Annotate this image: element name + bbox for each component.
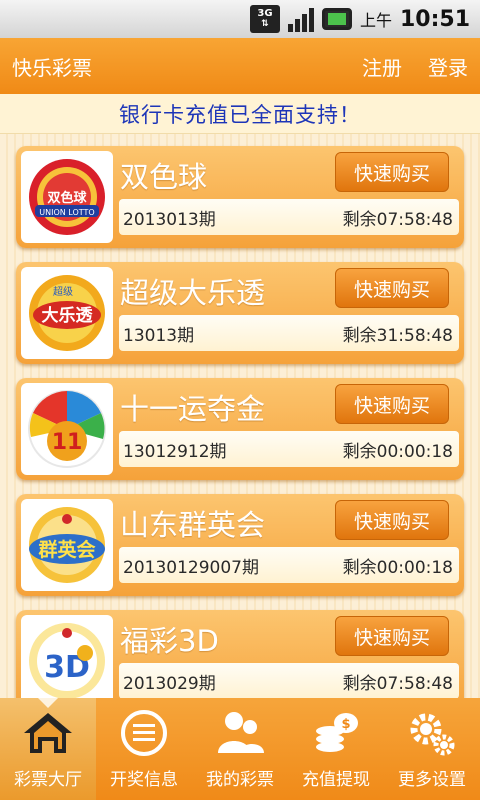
daletou-logo-icon: 大乐透 超级 — [29, 275, 105, 351]
fucai3d-logo-icon: 3D — [29, 623, 105, 698]
lottery-remaining: 剩余07:58:48 — [342, 209, 453, 230]
lottery-name: 双色球 — [120, 160, 208, 194]
svg-text:$: $ — [341, 717, 350, 732]
lottery-info: 20130129007期 剩余00:00:18 — [119, 547, 459, 583]
nav-label: 我的彩票 — [206, 770, 274, 790]
lottery-period: 2013029期 — [123, 673, 216, 694]
lottery-remaining: 剩余31:58:48 — [342, 325, 453, 346]
lottery-period: 2013013期 — [123, 209, 216, 230]
nav-label: 充值提现 — [302, 770, 370, 790]
nav-label: 开奖信息 — [110, 770, 178, 790]
quick-buy-button[interactable]: 快速购买 — [335, 500, 449, 540]
lottery-remaining: 剩余07:58:48 — [342, 673, 453, 694]
lottery-info: 2013029期 剩余07:58:48 — [119, 663, 459, 698]
lottery-list[interactable]: 双色球 UNION LOTTO 双色球 快速购买 2013013期 剩余07:5… — [0, 134, 480, 698]
11yunduojin-logo: 11 — [21, 383, 113, 475]
svg-text:大乐透: 大乐透 — [42, 305, 94, 326]
app-header: 快乐彩票 注册 登录 — [0, 38, 480, 94]
lottery-remaining: 剩余00:00:18 — [342, 557, 453, 578]
battery-icon — [321, 8, 352, 30]
network-3g-icon: 3G ⇅ — [249, 5, 280, 33]
lottery-info: 2013013期 剩余07:58:48 — [119, 199, 459, 235]
lottery-card-fucai3d[interactable]: 3D 福彩3D 快速购买 2013029期 剩余07:58:48 — [16, 610, 464, 698]
lottery-period: 13012912期 — [123, 441, 227, 462]
network-label: 3G — [257, 8, 273, 19]
lottery-period: 20130129007期 — [123, 557, 259, 578]
gear-icon — [410, 713, 455, 756]
svg-text:11: 11 — [52, 430, 83, 455]
list-icon — [121, 710, 167, 756]
users-icon — [218, 712, 264, 753]
lottery-name: 福彩3D — [120, 624, 219, 658]
active-pointer — [38, 698, 58, 708]
signal-icon — [287, 6, 314, 32]
daletou-logo: 大乐透 超级 — [21, 267, 113, 359]
bottom-nav: 彩票大厅 开奖信息 我的彩票 $ 充值提现 更多设置 — [0, 698, 480, 800]
shuangseqiu-logo-icon: 双色球 UNION LOTTO — [29, 159, 105, 235]
home-icon — [24, 713, 72, 753]
status-time: 10:51 — [399, 6, 470, 32]
nav-label: 彩票大厅 — [14, 770, 82, 790]
nav-item-my-lottery[interactable]: 我的彩票 — [192, 698, 288, 800]
lottery-name: 山东群英会 — [120, 508, 266, 542]
lottery-card-daletou[interactable]: 大乐透 超级 超级大乐透 快速购买 13013期 剩余31:58:48 — [16, 262, 464, 364]
lottery-card-shuangseqiu[interactable]: 双色球 UNION LOTTO 双色球 快速购买 2013013期 剩余07:5… — [16, 146, 464, 248]
register-button[interactable]: 注册 — [362, 52, 402, 81]
svg-text:UNION LOTTO: UNION LOTTO — [39, 208, 94, 217]
lottery-remaining: 剩余00:00:18 — [342, 441, 453, 462]
11yunduojin-logo-icon: 11 — [28, 390, 106, 468]
quick-buy-button[interactable]: 快速购买 — [335, 616, 449, 656]
notice-banner-text: 银行卡充值已全面支持！ — [119, 102, 361, 127]
app-title: 快乐彩票 — [12, 55, 92, 80]
status-bar: 3G ⇅ 上午 10:51 — [0, 0, 480, 38]
quick-buy-button[interactable]: 快速购买 — [335, 384, 449, 424]
quick-buy-button[interactable]: 快速购买 — [335, 152, 449, 192]
lottery-info: 13013期 剩余31:58:48 — [119, 315, 459, 351]
qunyinghui-logo-icon: 群英会 — [29, 507, 105, 583]
svg-text:超级: 超级 — [53, 285, 73, 298]
lottery-info: 13012912期 剩余00:00:18 — [119, 431, 459, 467]
notice-banner: 银行卡充值已全面支持！ — [0, 94, 480, 134]
nav-label: 更多设置 — [398, 770, 466, 790]
svg-text:双色球: 双色球 — [47, 190, 87, 206]
qunyinghui-logo: 群英会 — [21, 499, 113, 591]
shuangseqiu-logo: 双色球 UNION LOTTO — [21, 151, 113, 243]
lottery-period: 13013期 — [123, 325, 195, 346]
coins-icon: $ — [316, 713, 358, 752]
nav-item-lottery-hall[interactable]: 彩票大厅 — [0, 698, 96, 800]
login-button[interactable]: 登录 — [428, 52, 468, 81]
lottery-card-11yunduojin[interactable]: 11 十一运夺金 快速购买 13012912期 剩余00:00:18 — [16, 378, 464, 480]
lottery-name: 超级大乐透 — [120, 276, 266, 310]
quick-buy-button[interactable]: 快速购买 — [335, 268, 449, 308]
nav-item-recharge[interactable]: $ 充值提现 — [288, 698, 384, 800]
status-ampm: 上午 — [359, 11, 392, 30]
nav-item-draw-info[interactable]: 开奖信息 — [96, 698, 192, 800]
lottery-name: 十一运夺金 — [120, 392, 266, 426]
svg-text:群英会: 群英会 — [37, 538, 95, 561]
lottery-card-qunyinghui[interactable]: 群英会 山东群英会 快速购买 20130129007期 剩余00:00:18 — [16, 494, 464, 596]
fucai3d-logo: 3D — [21, 615, 113, 698]
nav-item-more-settings[interactable]: 更多设置 — [384, 698, 480, 800]
